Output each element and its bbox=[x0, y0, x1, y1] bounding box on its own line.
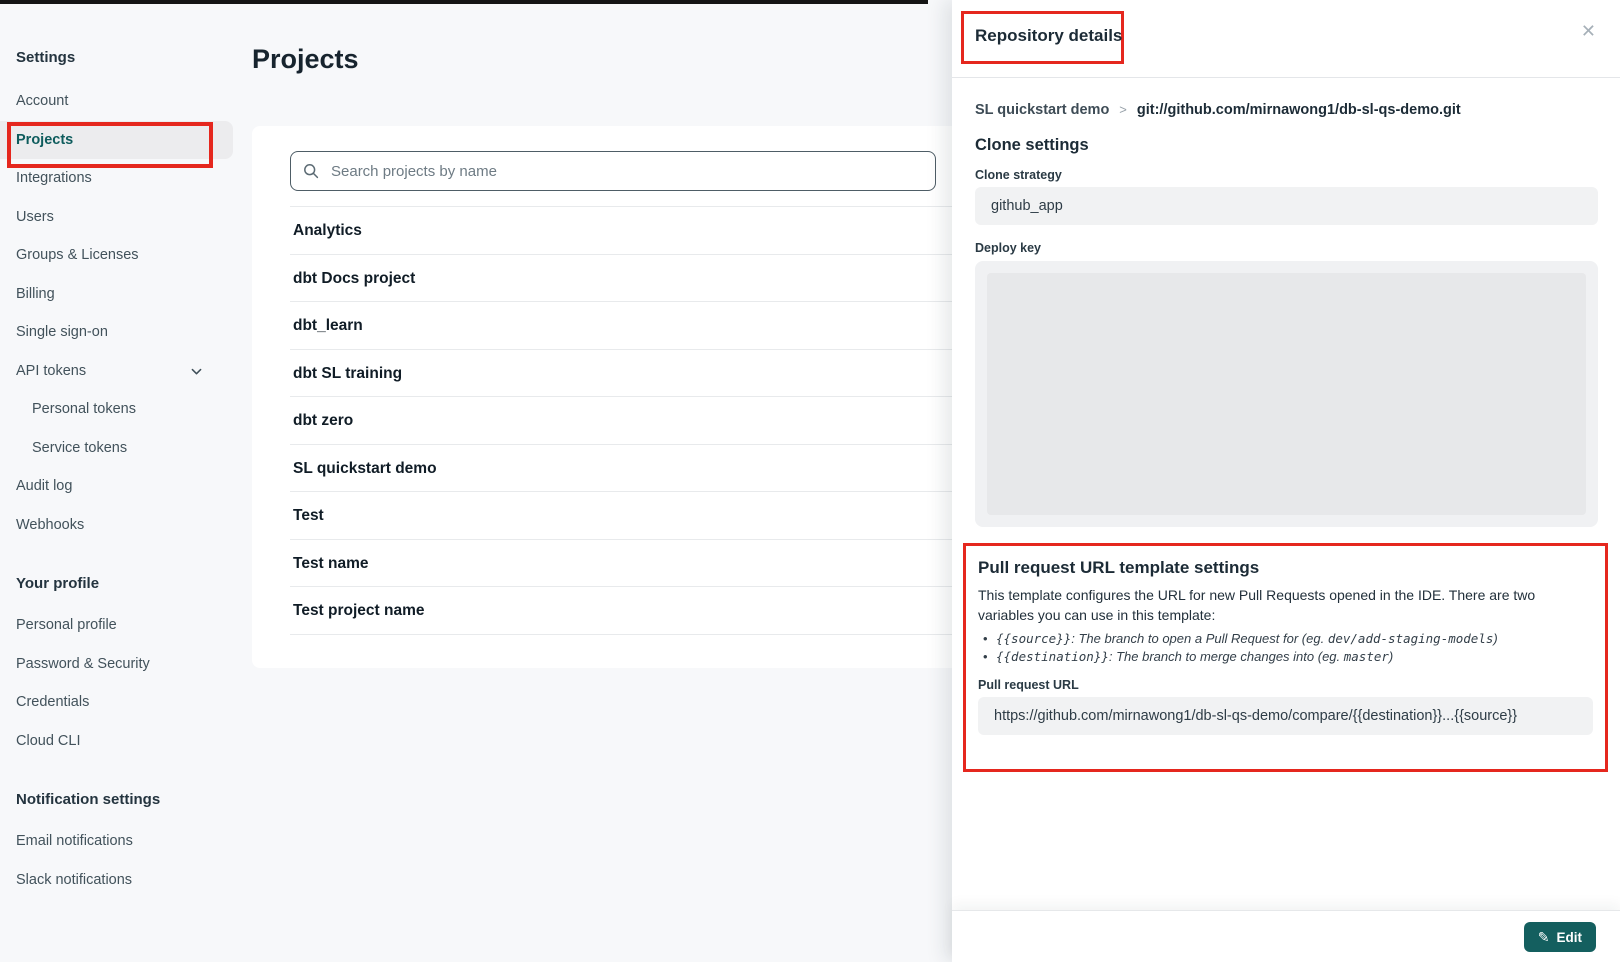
panel-header: Repository details ✕ bbox=[952, 0, 1620, 78]
sidebar-item-account[interactable]: Account bbox=[0, 82, 233, 121]
sidebar-item-label: Password & Security bbox=[16, 656, 150, 672]
project-row-test[interactable]: Test bbox=[290, 491, 960, 539]
close-icon[interactable]: ✕ bbox=[1579, 20, 1598, 42]
breadcrumb-project[interactable]: SL quickstart demo bbox=[975, 102, 1109, 118]
pr-variable-suffix: ) bbox=[1389, 649, 1393, 664]
pull-request-url-field[interactable]: https://github.com/mirnawong1/db-sl-qs-d… bbox=[978, 697, 1593, 735]
sidebar-item-label: Cloud CLI bbox=[16, 733, 80, 749]
sidebar-item-email-notifications[interactable]: Email notifications bbox=[0, 822, 233, 861]
project-row-dbt-zero[interactable]: dbt zero bbox=[290, 396, 960, 444]
sidebar-item-credentials[interactable]: Credentials bbox=[0, 683, 233, 722]
breadcrumb: SL quickstart demo > git://github.com/mirn… bbox=[975, 102, 1598, 118]
pr-variable-code: {{destination}} bbox=[996, 649, 1109, 664]
clone-strategy-field[interactable]: github_app bbox=[975, 187, 1598, 225]
pr-variable-example: master bbox=[1344, 649, 1389, 664]
project-row-dbt-docs-project[interactable]: dbt Docs project bbox=[290, 254, 960, 302]
pr-template-heading: Pull request URL template settings bbox=[978, 558, 1593, 578]
search-icon bbox=[303, 163, 319, 179]
sidebar-item-label: Account bbox=[16, 93, 68, 109]
sidebar-item-label: Projects bbox=[16, 132, 73, 148]
edit-button-label: Edit bbox=[1557, 930, 1583, 945]
sidebar-item-audit-log[interactable]: Audit log bbox=[0, 467, 233, 506]
repository-details-panel: Repository details ✕ SL quickstart demo >… bbox=[952, 0, 1620, 962]
projects-list: Analyticsdbt Docs projectdbt_learndbt SL… bbox=[290, 206, 960, 635]
sidebar-item-users[interactable]: Users bbox=[0, 198, 233, 237]
edit-pencil-icon: ✎ bbox=[1538, 930, 1550, 944]
sidebar-item-label: Integrations bbox=[16, 170, 92, 186]
pr-variable-description: : The branch to open a Pull Request for … bbox=[1071, 631, 1328, 646]
sidebar-item-label: Webhooks bbox=[16, 517, 84, 533]
breadcrumb-repo-url: git://github.com/mirnawong1/db-sl-qs-dem… bbox=[1137, 102, 1461, 118]
sidebar-item-integrations[interactable]: Integrations bbox=[0, 159, 233, 198]
sidebar-item-label: Personal tokens bbox=[32, 401, 136, 417]
edit-button[interactable]: ✎ Edit bbox=[1524, 922, 1596, 952]
deploy-key-label: Deploy key bbox=[975, 241, 1598, 255]
pull-request-section-annotation-box: Pull request URL template settings This … bbox=[963, 543, 1608, 772]
deploy-key-value bbox=[987, 273, 1586, 515]
sidebar-item-label: Users bbox=[16, 209, 54, 225]
pr-variable-suffix: ) bbox=[1493, 631, 1497, 646]
sidebar-item-personal-profile[interactable]: Personal profile bbox=[0, 606, 233, 645]
sidebar-item-webhooks[interactable]: Webhooks bbox=[0, 506, 233, 545]
breadcrumb-chevron-icon: > bbox=[1119, 102, 1127, 117]
chevron-down-icon[interactable] bbox=[190, 365, 203, 378]
clone-settings-heading: Clone settings bbox=[975, 136, 1598, 155]
sidebar-item-label: Personal profile bbox=[16, 617, 117, 633]
deploy-key-field[interactable] bbox=[975, 261, 1598, 527]
sidebar-item-groups-licenses[interactable]: Groups & Licenses bbox=[0, 236, 233, 275]
pr-variable-item: {{source}}: The branch to open a Pull Re… bbox=[978, 630, 1593, 648]
sidebar-item-personal-tokens[interactable]: Personal tokens bbox=[0, 390, 233, 429]
sidebar-item-label: Single sign-on bbox=[16, 324, 108, 340]
project-row-sl-quickstart-demo[interactable]: SL quickstart demo bbox=[290, 444, 960, 492]
page-title: Projects bbox=[252, 44, 359, 75]
sidebar-item-service-tokens[interactable]: Service tokens bbox=[0, 429, 233, 468]
sidebar-nav: Settings Account Projects Integrations User… bbox=[0, 48, 236, 899]
project-row-test-name[interactable]: Test name bbox=[290, 539, 960, 587]
pr-variable-example: dev/add-staging-models bbox=[1328, 631, 1494, 646]
project-row-dbt-sl-training[interactable]: dbt SL training bbox=[290, 349, 960, 397]
sidebar-item-label: Email notifications bbox=[16, 833, 133, 849]
pr-variable-list: {{source}}: The branch to open a Pull Re… bbox=[978, 630, 1593, 666]
pull-request-url-label: Pull request URL bbox=[978, 678, 1593, 692]
sidebar-item-password-security[interactable]: Password & Security bbox=[0, 645, 233, 684]
sidebar-title: Settings bbox=[0, 48, 236, 68]
sidebar-item-label: API tokens bbox=[16, 363, 86, 379]
project-row-analytics[interactable]: Analytics bbox=[290, 206, 960, 254]
sidebar-item-label: Billing bbox=[16, 286, 55, 302]
sidebar-item-label: Audit log bbox=[16, 478, 72, 494]
project-row-dbt-learn[interactable]: dbt_learn bbox=[290, 301, 960, 349]
top-loading-bar bbox=[0, 0, 928, 4]
sidebar-item-label: Credentials bbox=[16, 694, 89, 710]
project-row-test-project-name[interactable]: Test project name bbox=[290, 586, 960, 634]
clone-strategy-label: Clone strategy bbox=[975, 168, 1598, 182]
sidebar-items: Account Projects Integrations Users Groups &… bbox=[0, 82, 236, 899]
sidebar-section-heading-notification-settings: Notification settings bbox=[0, 790, 236, 810]
pr-variable-description: : The branch to merge changes into (eg. bbox=[1109, 649, 1344, 664]
sidebar-section-heading-your-profile: Your profile bbox=[0, 574, 236, 594]
sidebar-item-label: Slack notifications bbox=[16, 872, 132, 888]
sidebar-item-label: Groups & Licenses bbox=[16, 247, 139, 263]
sidebar-item-api-tokens[interactable]: API tokens bbox=[0, 352, 233, 391]
pr-variable-code: {{source}} bbox=[996, 631, 1071, 646]
panel-title: Repository details bbox=[975, 26, 1122, 46]
panel-footer: ✎ Edit bbox=[952, 910, 1620, 962]
sidebar-item-slack-notifications[interactable]: Slack notifications bbox=[0, 861, 233, 900]
sidebar-item-cloud-cli[interactable]: Cloud CLI bbox=[0, 722, 233, 761]
sidebar-item-label: Service tokens bbox=[32, 440, 127, 456]
sidebar-item-single-sign-on[interactable]: Single sign-on bbox=[0, 313, 233, 352]
search-box[interactable] bbox=[290, 151, 936, 191]
pr-template-description: This template configures the URL for new… bbox=[978, 585, 1593, 625]
search-input[interactable] bbox=[329, 162, 923, 181]
panel-body: SL quickstart demo > git://github.com/mirn… bbox=[952, 78, 1620, 910]
pr-variable-item: {{destination}}: The branch to merge cha… bbox=[978, 648, 1593, 666]
projects-card: Analyticsdbt Docs projectdbt_learndbt SL… bbox=[252, 126, 960, 668]
sidebar-item-projects[interactable]: Projects bbox=[0, 121, 233, 160]
sidebar-item-billing[interactable]: Billing bbox=[0, 275, 233, 314]
